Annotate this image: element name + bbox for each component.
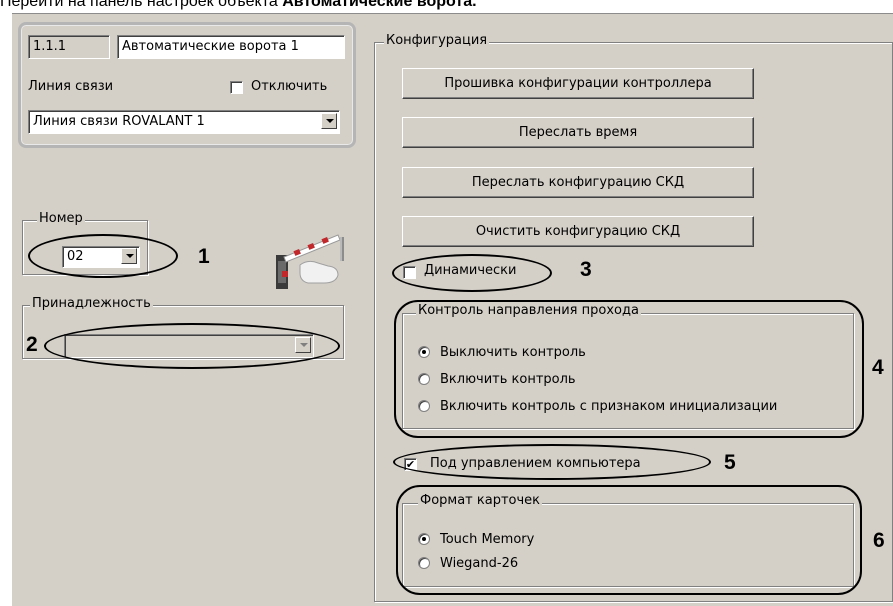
disable-label: Отключить <box>251 79 328 94</box>
send-time-button[interactable]: Переслать время <box>402 117 754 148</box>
comm-line-label: Линия связи <box>28 79 114 94</box>
callout-ellipse-4 <box>394 300 864 438</box>
chevron-down-icon[interactable] <box>321 113 337 129</box>
callout-number-2: 2 <box>26 333 38 356</box>
object-name-field[interactable]: Автоматические ворота 1 <box>117 35 345 59</box>
page-caption: Перейти на панель настроек объекта Автом… <box>0 0 477 11</box>
callout-ellipse-5 <box>393 444 711 480</box>
caption-text: Перейти на панель настроек объекта <box>0 0 283 10</box>
firmware-button[interactable]: Прошивка конфигурации контроллера <box>402 68 754 99</box>
callout-number-1: 1 <box>198 245 210 268</box>
callout-ellipse-1 <box>28 234 178 278</box>
object-id-field: 1.1.1 <box>28 35 110 59</box>
callout-ellipse-3 <box>392 254 552 292</box>
send-acs-config-button[interactable]: Переслать конфигурацию СКД <box>402 167 754 198</box>
comm-line-select[interactable]: Линия связи ROVALANT 1 <box>28 110 340 134</box>
number-group-legend: Номер <box>37 211 85 226</box>
clear-acs-config-button[interactable]: Очистить конфигурацию СКД <box>402 216 754 247</box>
callout-number-4: 4 <box>872 356 884 379</box>
panel-border <box>11 14 12 606</box>
callout-number-3: 3 <box>580 258 592 281</box>
ownership-group-legend: Принадлежность <box>30 296 153 311</box>
callout-ellipse-6 <box>396 485 862 595</box>
callout-number-5: 5 <box>724 451 736 474</box>
comm-line-value: Линия связи ROVALANT 1 <box>33 114 205 129</box>
barrier-gate-icon <box>270 231 350 289</box>
config-group-legend: Конфигурация <box>384 33 490 48</box>
callout-number-6: 6 <box>873 529 885 552</box>
caption-object-name: Автоматические ворота. <box>282 0 477 10</box>
disable-checkbox[interactable] <box>230 81 243 94</box>
callout-ellipse-2 <box>44 323 340 369</box>
